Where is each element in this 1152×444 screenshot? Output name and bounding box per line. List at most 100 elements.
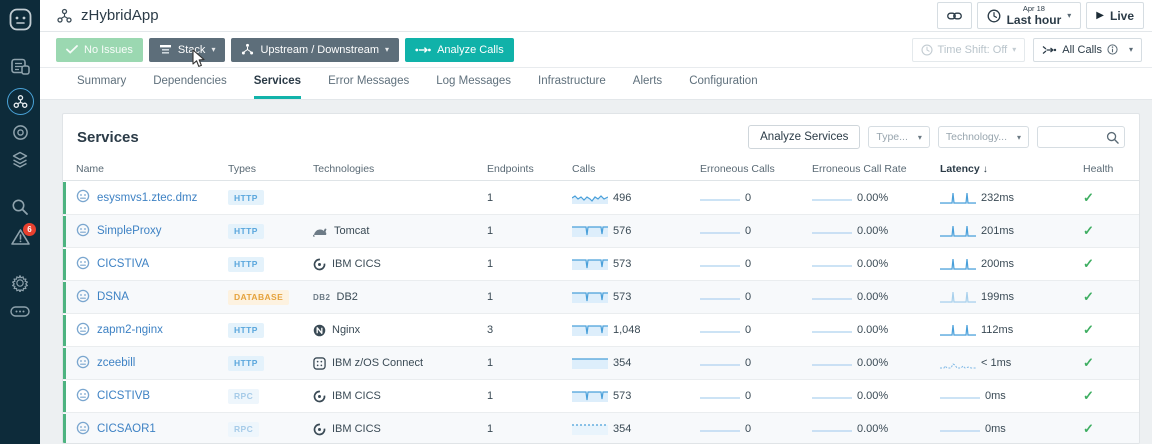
dashboards-icon[interactable] [0,57,40,76]
analyze-calls-button[interactable]: Analyze Calls [405,37,514,62]
calls-sparkline [572,422,608,436]
table-row[interactable]: CICSAOR1 RPC IBM CICS 1 354 0 0.00% 0ms ✓ [63,412,1139,443]
latency-cell: 232ms [940,191,1083,205]
all-calls-filter[interactable]: All Calls ▾ [1033,37,1142,62]
erroneous-call-rate-cell: 0.00% [812,191,940,205]
table-row[interactable]: SimpleProxy HTTP Tomcat 1 576 0 0.00% 201ms ✓ [63,214,1139,247]
service-icon [76,223,90,240]
calls-cell: 573 [572,257,700,271]
service-link[interactable]: zceebill [97,357,135,369]
table-row[interactable]: CICSTIVB RPC IBM CICS 1 573 0 0.00% 0ms ✓ [63,379,1139,412]
calls-cell: 1,048 [572,323,700,337]
erroneous-call-rate-sparkline [812,191,852,205]
live-button[interactable]: ▶ Live [1086,2,1144,29]
service-name-cell[interactable]: CICSTIVB [76,388,228,405]
chevron-down-icon: ▾ [1012,45,1017,54]
service-name-cell[interactable]: CICSAOR1 [76,421,228,438]
erroneous-calls-sparkline [700,389,740,403]
platform-icon[interactable] [0,151,40,169]
technology-filter-select[interactable]: Technology... ▾ [937,126,1029,148]
tab-infrastructure[interactable]: Infrastructure [538,75,606,99]
tab-log-messages[interactable]: Log Messages [436,75,511,99]
column-header-endpoints[interactable]: Endpoints [487,163,572,175]
table-row[interactable]: esysmvs1.ztec.dmz HTTP 1 496 0 0.00% 232ms ✓ [63,181,1139,214]
websites-icon[interactable] [0,124,40,141]
page-title: zHybridApp [56,7,159,24]
health-ok-icon: ✓ [1083,421,1094,436]
column-header-erroneous-calls[interactable]: Erroneous Calls [700,163,812,175]
health-ok-icon: ✓ [1083,355,1094,370]
tomcat-icon [313,226,328,237]
column-header-calls[interactable]: Calls [572,163,700,175]
tab-bar: Summary Dependencies Services Error Message… [40,68,1152,100]
no-issues-button[interactable]: No Issues [56,37,143,62]
tab-alerts[interactable]: Alerts [633,75,662,99]
endpoints-cell: 1 [487,258,494,270]
service-name-cell[interactable]: SimpleProxy [76,223,228,240]
table-row[interactable]: zceebill HTTP IBM z/OS Connect 1 354 0 0.00% < … [63,346,1139,379]
service-link[interactable]: CICSAOR1 [97,423,156,435]
service-name-cell[interactable]: esysmvs1.ztec.dmz [76,189,228,206]
tab-services[interactable]: Services [253,75,302,99]
service-link[interactable]: zapm2-nginx [97,324,163,336]
share-link-button[interactable] [936,2,972,29]
calls-sparkline [572,323,608,337]
time-range-picker[interactable]: Apr 18 Last hour ▾ [976,2,1082,29]
instana-logo[interactable] [0,8,40,31]
stack-button[interactable]: Stack ▾ [148,37,226,62]
health-cell: ✓ [1083,289,1139,305]
erroneous-calls-cell: 0 [700,323,812,337]
stack-icon [159,45,171,54]
search-input[interactable] [1044,131,1106,143]
erroneous-call-rate-cell: 0.00% [812,422,940,436]
column-header-health[interactable]: Health [1083,163,1139,175]
service-link[interactable]: CICSTIVA [97,258,149,270]
table-row[interactable]: DSNA DATABASE DB2 DB2 1 573 0 0.00% 199ms ✓ [63,280,1139,313]
service-icon [76,388,90,405]
service-type-cell: HTTP [228,355,313,371]
erroneous-call-rate-sparkline [812,224,852,238]
applications-icon[interactable] [0,88,40,115]
calls-cell: 573 [572,389,700,403]
service-link[interactable]: DSNA [97,291,129,303]
service-icon [76,421,90,438]
column-header-erroneous-call-rate[interactable]: Erroneous Call Rate [812,163,940,175]
column-header-latency[interactable]: Latency ↓ [940,163,1083,175]
erroneous-calls-cell: 0 [700,356,812,370]
search-icon[interactable] [1106,131,1119,144]
service-link[interactable]: SimpleProxy [97,225,162,237]
service-name-cell[interactable]: DSNA [76,289,228,306]
zos-connect-icon [313,356,326,370]
latency-sparkline [940,389,980,403]
upstream-downstream-button[interactable]: Upstream / Downstream ▾ [231,37,400,62]
erroneous-call-rate-sparkline [812,290,852,304]
time-shift-select[interactable]: Time Shift: Off ▾ [911,37,1026,62]
tab-configuration[interactable]: Configuration [689,75,757,99]
health-cell: ✓ [1083,223,1139,239]
service-name-cell[interactable]: CICSTIVA [76,256,228,273]
tab-dependencies[interactable]: Dependencies [153,75,227,99]
tab-error-messages[interactable]: Error Messages [328,75,409,99]
column-header-technologies[interactable]: Technologies [313,163,487,175]
column-header-name[interactable]: Name [76,163,228,175]
chevron-down-icon: ▾ [211,45,216,54]
endpoints-cell: 1 [487,357,494,369]
endpoints-cell: 1 [487,423,494,435]
service-link[interactable]: esysmvs1.ztec.dmz [97,192,197,204]
calls-sparkline [572,191,608,205]
service-link[interactable]: CICSTIVB [97,390,150,402]
settings-icon[interactable] [0,274,40,292]
table-row[interactable]: zapm2-nginx HTTP Nginx 3 1,048 0 0.00% 112ms ✓ [63,313,1139,346]
service-name-cell[interactable]: zapm2-nginx [76,322,228,339]
column-header-types[interactable]: Types [228,163,313,175]
tab-summary[interactable]: Summary [77,75,126,99]
service-name-cell[interactable]: zceebill [76,355,228,372]
clock-icon [987,9,1001,22]
erroneous-call-rate-cell: 0.00% [812,290,940,304]
table-row[interactable]: CICSTIVA HTTP IBM CICS 1 573 0 0.00% 200ms ✓ [63,247,1139,280]
analytics-icon[interactable] [0,198,40,216]
events-icon[interactable]: 6 [0,223,40,246]
more-icon[interactable] [0,306,40,317]
analyze-services-button[interactable]: Analyze Services [748,125,861,149]
type-filter-select[interactable]: Type... ▾ [868,126,930,148]
